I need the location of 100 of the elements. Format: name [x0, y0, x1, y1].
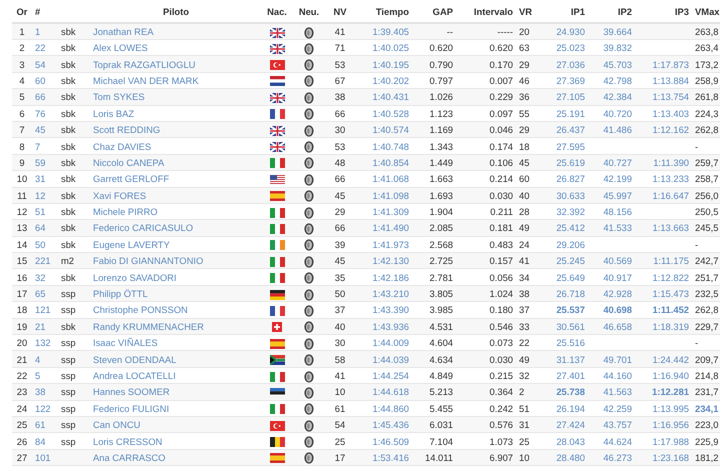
rider-link[interactable]: Hannes SOOMER	[93, 386, 170, 398]
time-link[interactable]: 39.664	[588, 23, 635, 40]
rider-link[interactable]: Andrea LOCATELLI	[93, 370, 176, 381]
time-link[interactable]: 12	[32, 187, 58, 204]
time-link[interactable]: 1:13.663	[635, 220, 692, 236]
rider-link[interactable]: Chaz DAVIES	[93, 140, 152, 152]
time-link[interactable]: 21	[32, 318, 58, 335]
time-link[interactable]: 42.199	[588, 170, 635, 188]
time-link[interactable]: 26.437	[538, 121, 588, 138]
time-link[interactable]: 84	[32, 432, 58, 450]
time-link[interactable]: 50	[32, 236, 58, 253]
rider-link[interactable]: Eugene LAVERTY	[93, 238, 170, 250]
time-link[interactable]: 1:43.390	[354, 302, 412, 318]
rider-link[interactable]: Steven ODENDAAL	[93, 354, 176, 365]
rider-link[interactable]: Tom SYKES	[93, 91, 145, 102]
time-link[interactable]: 27.105	[538, 88, 588, 106]
time-link[interactable]: 25.412	[538, 220, 588, 236]
time-link[interactable]: 122	[32, 400, 58, 416]
time-link[interactable]: 40.917	[588, 268, 635, 286]
time-link[interactable]: 27.595	[538, 138, 588, 154]
rider-link[interactable]: Loris BAZ	[93, 108, 134, 119]
time-link[interactable]: 1:13.884	[635, 72, 692, 89]
time-link[interactable]: 76	[32, 105, 58, 122]
time-link[interactable]: 41.486	[588, 121, 635, 138]
time-link[interactable]: 59	[32, 154, 58, 171]
time-link[interactable]: 1:44.039	[354, 350, 412, 368]
time-link[interactable]: 1:11.175	[635, 252, 692, 269]
time-link[interactable]: 5	[32, 367, 58, 384]
time-link[interactable]: 27.401	[538, 367, 588, 384]
time-link[interactable]: 51	[32, 203, 58, 220]
time-link[interactable]: 1:16.647	[635, 187, 692, 204]
time-link[interactable]: 32	[32, 268, 58, 286]
time-link[interactable]: 1:16.956	[635, 416, 692, 433]
rider-link[interactable]: Xavi FORES	[93, 190, 146, 201]
time-link[interactable]: 30.561	[538, 318, 588, 335]
time-link[interactable]: 66	[32, 88, 58, 106]
rider-link[interactable]: Loris CRESSON	[93, 436, 162, 447]
rider-link[interactable]: Lorenzo SAVADORI	[93, 272, 177, 283]
time-link[interactable]: 49.701	[588, 350, 635, 368]
rider-link[interactable]: Federico CARICASULO	[93, 222, 194, 234]
time-link[interactable]: 1:41.973	[354, 236, 412, 253]
time-link[interactable]: 38	[32, 384, 58, 400]
time-link[interactable]: 60	[32, 72, 58, 89]
rider-link[interactable]: Federico FULIGNI	[93, 402, 170, 414]
time-link[interactable]: 1:40.195	[354, 56, 412, 72]
time-link[interactable]: 1:43.210	[354, 285, 412, 302]
time-link[interactable]: 27.424	[538, 416, 588, 433]
time-link[interactable]: 27.036	[538, 56, 588, 72]
rider-link[interactable]: Randy KRUMMENACHER	[93, 320, 204, 332]
time-link[interactable]: 1:40.202	[354, 72, 412, 89]
time-link[interactable]: 1:44.009	[354, 334, 412, 351]
time-link[interactable]: 54	[32, 56, 58, 72]
rider-link[interactable]: Ana CARRASCO	[93, 452, 166, 463]
time-link[interactable]: 1:18.319	[635, 318, 692, 335]
time-link[interactable]: 48.156	[588, 203, 635, 220]
time-link[interactable]: 40.720	[588, 105, 635, 122]
time-link[interactable]: 1:12.281	[635, 384, 692, 400]
time-link[interactable]: 1:13.754	[635, 88, 692, 106]
time-link[interactable]: 26.718	[538, 285, 588, 302]
time-link[interactable]: 43.757	[588, 416, 635, 433]
time-link[interactable]: 44.624	[588, 432, 635, 450]
time-link[interactable]: 42.928	[588, 285, 635, 302]
time-link[interactable]: 25.619	[538, 154, 588, 171]
time-link[interactable]: 41.563	[588, 384, 635, 400]
time-link[interactable]: 40.727	[588, 154, 635, 171]
time-link[interactable]: 1:42.130	[354, 252, 412, 269]
time-link[interactable]: 1:11.452	[635, 302, 692, 318]
time-link[interactable]: 64	[32, 220, 58, 236]
rider-link[interactable]: Niccolo CANEPA	[93, 156, 164, 168]
time-link[interactable]: 26.827	[538, 170, 588, 188]
time-link[interactable]: 40.569	[588, 252, 635, 269]
rider-link[interactable]: Alex LOWES	[93, 42, 148, 54]
time-link[interactable]: 1:12.822	[635, 268, 692, 286]
time-link[interactable]: 132	[32, 334, 58, 351]
time-link[interactable]: 1:40.748	[354, 138, 412, 154]
time-link[interactable]: 31.137	[538, 350, 588, 368]
rider-link[interactable]: Toprak RAZGATLIOGLU	[93, 58, 196, 70]
time-link[interactable]: 1:40.025	[354, 40, 412, 56]
rider-link[interactable]: Christophe PONSSON	[93, 304, 188, 316]
time-link[interactable]: 25.537	[538, 302, 588, 318]
time-link[interactable]: 1:41.309	[354, 203, 412, 220]
time-link[interactable]: 1:44.860	[354, 400, 412, 416]
time-link[interactable]: 45.997	[588, 187, 635, 204]
time-link[interactable]: 30.633	[538, 187, 588, 204]
time-link[interactable]: 25.191	[538, 105, 588, 122]
time-link[interactable]: 46.273	[588, 449, 635, 466]
time-link[interactable]: 1:45.436	[354, 416, 412, 433]
time-link[interactable]: 42.384	[588, 88, 635, 106]
time-link[interactable]: 1:40.574	[354, 121, 412, 138]
time-link[interactable]: 39.832	[588, 40, 635, 56]
time-link[interactable]: 42.798	[588, 72, 635, 89]
time-link[interactable]: 1:41.098	[354, 187, 412, 204]
time-link[interactable]: 1:43.936	[354, 318, 412, 335]
time-link[interactable]: 1:15.473	[635, 285, 692, 302]
rider-link[interactable]: Isaac VIÑALES	[93, 337, 158, 348]
time-link[interactable]: 1:11.390	[635, 154, 692, 171]
time-link[interactable]: 25.245	[538, 252, 588, 269]
rider-link[interactable]: Scott REDDING	[93, 124, 160, 136]
time-link[interactable]: 1:24.442	[635, 350, 692, 368]
time-link[interactable]: 1:12.162	[635, 121, 692, 138]
